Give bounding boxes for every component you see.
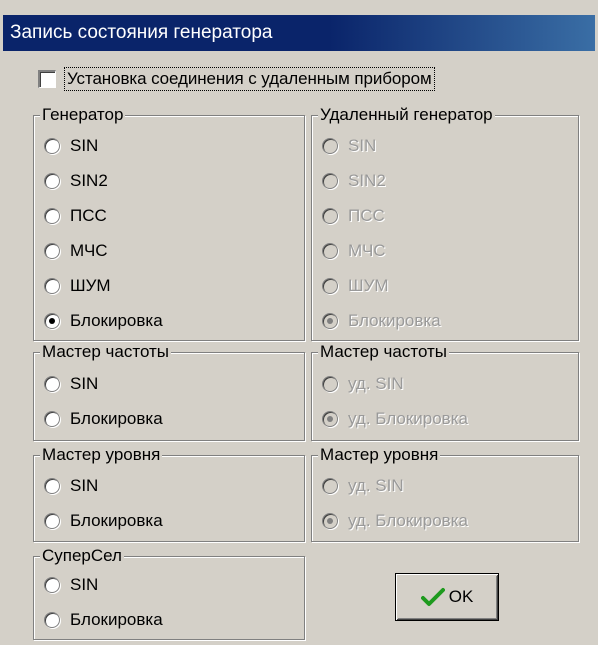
remote-freq-master-option-block: уд. Блокировка [322, 406, 468, 432]
option-label: SIN [70, 374, 99, 393]
generator-group-title: Генератор [40, 105, 126, 125]
remote-connection-checkbox-row[interactable]: Установка соединения с удаленным приборо… [38, 66, 435, 92]
option-label: SIN [70, 476, 99, 495]
option-label: Блокировка [70, 511, 163, 530]
radio-icon[interactable] [44, 138, 60, 154]
remote-generator-option-sin: SIN [322, 133, 376, 159]
radio-icon [322, 478, 338, 494]
radio-checked-icon [322, 411, 338, 427]
level-master-option-block[interactable]: Блокировка [44, 508, 163, 534]
radio-icon [322, 208, 338, 224]
remote-generator-group: Удаленный генератор SIN SIN2 ПСС МЧС ШУМ… [311, 105, 579, 341]
generator-option-sin2[interactable]: SIN2 [44, 168, 108, 194]
radio-icon [322, 243, 338, 259]
remote-freq-master-group: Мастер частоты уд. SIN уд. Блокировка [311, 342, 579, 441]
ok-button-content: OK [420, 587, 474, 607]
generator-option-pss[interactable]: ПСС [44, 203, 107, 229]
radio-icon[interactable] [44, 478, 60, 494]
radio-checked-icon [322, 313, 338, 329]
remote-level-master-group: Мастер уровня уд. SIN уд. Блокировка [311, 445, 579, 542]
remote-freq-master-option-sin: уд. SIN [322, 371, 404, 397]
generator-option-block[interactable]: Блокировка [44, 308, 163, 334]
option-label: МЧС [348, 241, 386, 260]
radio-icon[interactable] [44, 411, 60, 427]
remote-generator-option-block: Блокировка [322, 308, 441, 334]
supersel-option-sin[interactable]: SIN [44, 572, 98, 598]
option-label: Блокировка [70, 409, 163, 428]
radio-icon [322, 173, 338, 189]
radio-icon[interactable] [44, 577, 60, 593]
window-title: Запись состояния генератора [3, 15, 595, 51]
remote-generator-option-noise: ШУМ [322, 273, 389, 299]
radio-checked-icon[interactable] [44, 313, 60, 329]
option-label: SIN2 [348, 171, 386, 190]
option-label: SIN2 [70, 171, 108, 190]
radio-icon [322, 376, 338, 392]
option-label: уд. Блокировка [348, 409, 468, 428]
remote-generator-option-sin2: SIN2 [322, 168, 386, 194]
generator-group: Генератор SIN SIN2 ПСС МЧС ШУМ Блокировк… [33, 105, 305, 341]
supersel-group: СуперСел SIN Блокировка [33, 546, 305, 640]
radio-icon[interactable] [44, 278, 60, 294]
radio-icon[interactable] [44, 513, 60, 529]
option-label: Блокировка [70, 610, 163, 629]
level-master-group: Мастер уровня SIN Блокировка [33, 445, 305, 542]
option-label: ПСС [348, 206, 385, 225]
option-label: ПСС [70, 206, 107, 225]
option-label: Блокировка [348, 311, 441, 330]
option-label: ШУМ [348, 276, 389, 295]
supersel-group-title: СуперСел [40, 546, 124, 566]
remote-level-master-option-block: уд. Блокировка [322, 508, 468, 534]
radio-icon[interactable] [44, 243, 60, 259]
level-master-option-sin[interactable]: SIN [44, 473, 98, 499]
option-label: уд. SIN [348, 476, 404, 495]
ok-button[interactable]: OK [395, 573, 499, 621]
radio-icon[interactable] [44, 612, 60, 628]
option-label: ШУМ [70, 276, 111, 295]
remote-freq-master-group-title: Мастер частоты [318, 342, 450, 362]
option-label: уд. SIN [348, 374, 404, 393]
option-label: SIN [70, 575, 99, 594]
remote-generator-group-title: Удаленный генератор [318, 105, 495, 125]
generator-option-noise[interactable]: ШУМ [44, 273, 111, 299]
remote-connection-checkbox[interactable] [38, 70, 56, 88]
remote-generator-option-pss: ПСС [322, 203, 385, 229]
freq-master-group-title: Мастер частоты [40, 342, 172, 362]
remote-generator-option-mchs: МЧС [322, 238, 386, 264]
radio-icon[interactable] [44, 173, 60, 189]
remote-level-master-group-title: Мастер уровня [318, 445, 441, 465]
level-master-group-title: Мастер уровня [40, 445, 163, 465]
freq-master-group: Мастер частоты SIN Блокировка [33, 342, 305, 441]
radio-checked-icon [322, 513, 338, 529]
ok-button-label: OK [448, 587, 474, 606]
remote-level-master-option-sin: уд. SIN [322, 473, 404, 499]
option-label: уд. Блокировка [348, 511, 468, 530]
option-label: SIN [348, 136, 377, 155]
generator-option-sin[interactable]: SIN [44, 133, 98, 159]
radio-icon [322, 138, 338, 154]
radio-icon[interactable] [44, 376, 60, 392]
option-label: Блокировка [70, 311, 163, 330]
radio-icon [322, 278, 338, 294]
generator-option-mchs[interactable]: МЧС [44, 238, 108, 264]
option-label: МЧС [70, 241, 108, 260]
remote-connection-label: Установка соединения с удаленным приборо… [64, 67, 435, 91]
radio-icon[interactable] [44, 208, 60, 224]
freq-master-option-sin[interactable]: SIN [44, 371, 98, 397]
dialog-window: Запись состояния генератора Установка со… [0, 0, 598, 645]
option-label: SIN [70, 136, 99, 155]
freq-master-option-block[interactable]: Блокировка [44, 406, 163, 432]
checkmark-icon [420, 588, 445, 606]
supersel-option-block[interactable]: Блокировка [44, 607, 163, 633]
